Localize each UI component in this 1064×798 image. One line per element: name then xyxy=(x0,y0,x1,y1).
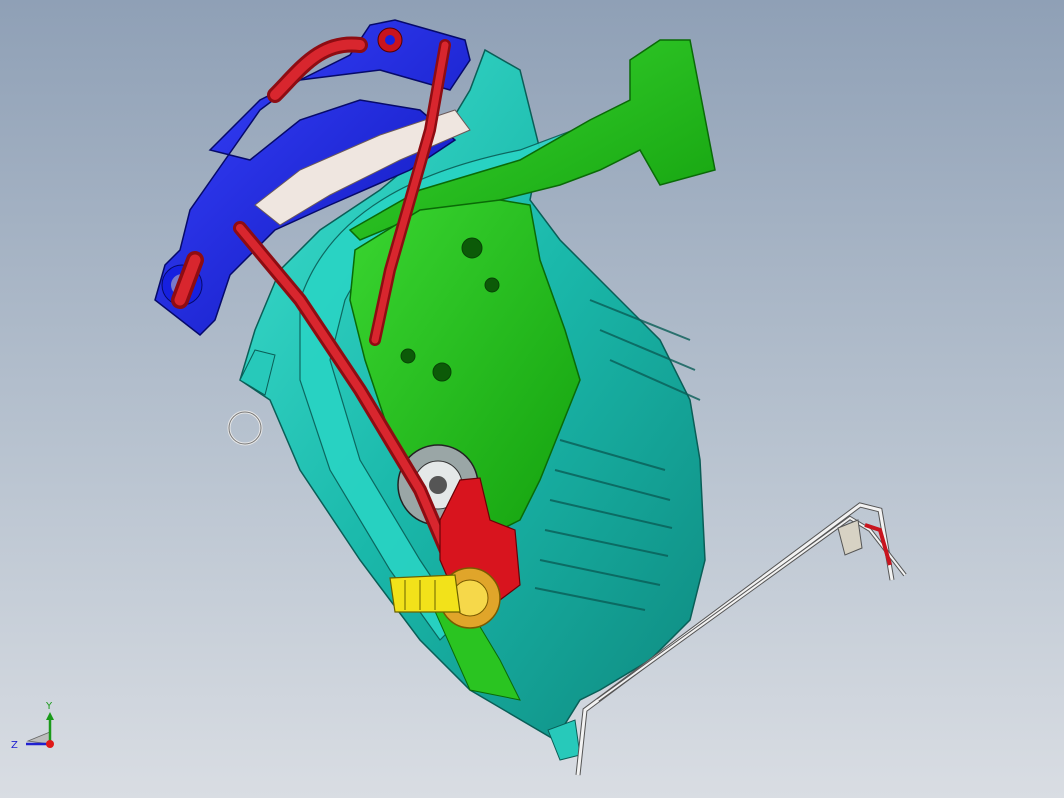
axis-y-label: Y xyxy=(45,701,53,712)
axis-z-label: Z xyxy=(11,740,18,751)
coordinate-triad-icon: Y Z xyxy=(11,701,54,751)
yellow-connector xyxy=(389,574,461,613)
cad-model-view[interactable] xyxy=(0,0,1064,798)
cad-viewport[interactable]: Y Z xyxy=(0,0,1064,798)
